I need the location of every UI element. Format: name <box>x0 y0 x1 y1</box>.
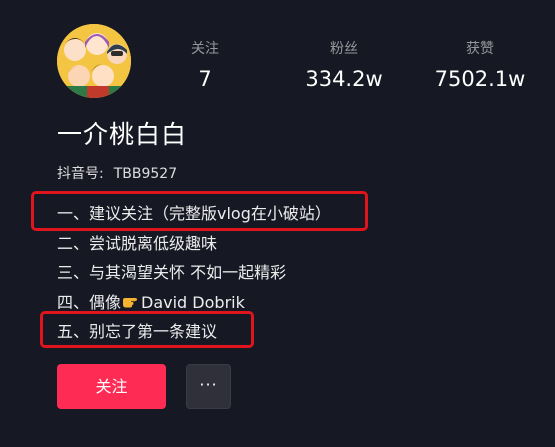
cartoon-group-avatar-icon <box>57 24 131 98</box>
bio-line-3: 三、与其渴望关怀 不如一起精彩 <box>57 263 287 282</box>
highlight-box-bio-line-5 <box>40 311 254 348</box>
likes-label: 获赞 <box>466 41 494 57</box>
highlight-box-bio-line-1 <box>31 191 368 231</box>
douyin-id-label: 抖音号: <box>57 166 104 182</box>
followers-label: 粉丝 <box>330 41 358 57</box>
following-stat[interactable]: 关注 7 <box>150 40 260 92</box>
avatar[interactable] <box>57 24 131 98</box>
following-count: 7 <box>198 67 212 91</box>
followers-count: 334.2w <box>305 67 383 91</box>
followers-stat[interactable]: 粉丝 334.2w <box>289 40 399 92</box>
likes-count: 7502.1w <box>434 67 526 91</box>
bio-line-4-prefix: 四、偶像 <box>57 292 122 312</box>
pointing-hand-icon <box>122 292 140 307</box>
following-label: 关注 <box>191 41 219 57</box>
ellipsis-icon: ··· <box>199 375 218 394</box>
follow-button[interactable]: 关注 <box>57 364 166 409</box>
profile-nickname: 一介桃白白 <box>57 120 188 149</box>
bio-line-4-suffix: David Dobrik <box>141 292 245 312</box>
douyin-id: 抖音号: TBB9527 <box>57 165 177 183</box>
bio-line-2: 二、尝试脱离低级趣味 <box>57 233 218 253</box>
more-options-button[interactable]: ··· <box>186 364 231 409</box>
profile-stats: 关注 7 粉丝 334.2w 获赞 7502.1w <box>150 40 555 92</box>
likes-stat: 获赞 7502.1w <box>425 40 535 92</box>
douyin-id-value: TBB9527 <box>113 166 178 182</box>
